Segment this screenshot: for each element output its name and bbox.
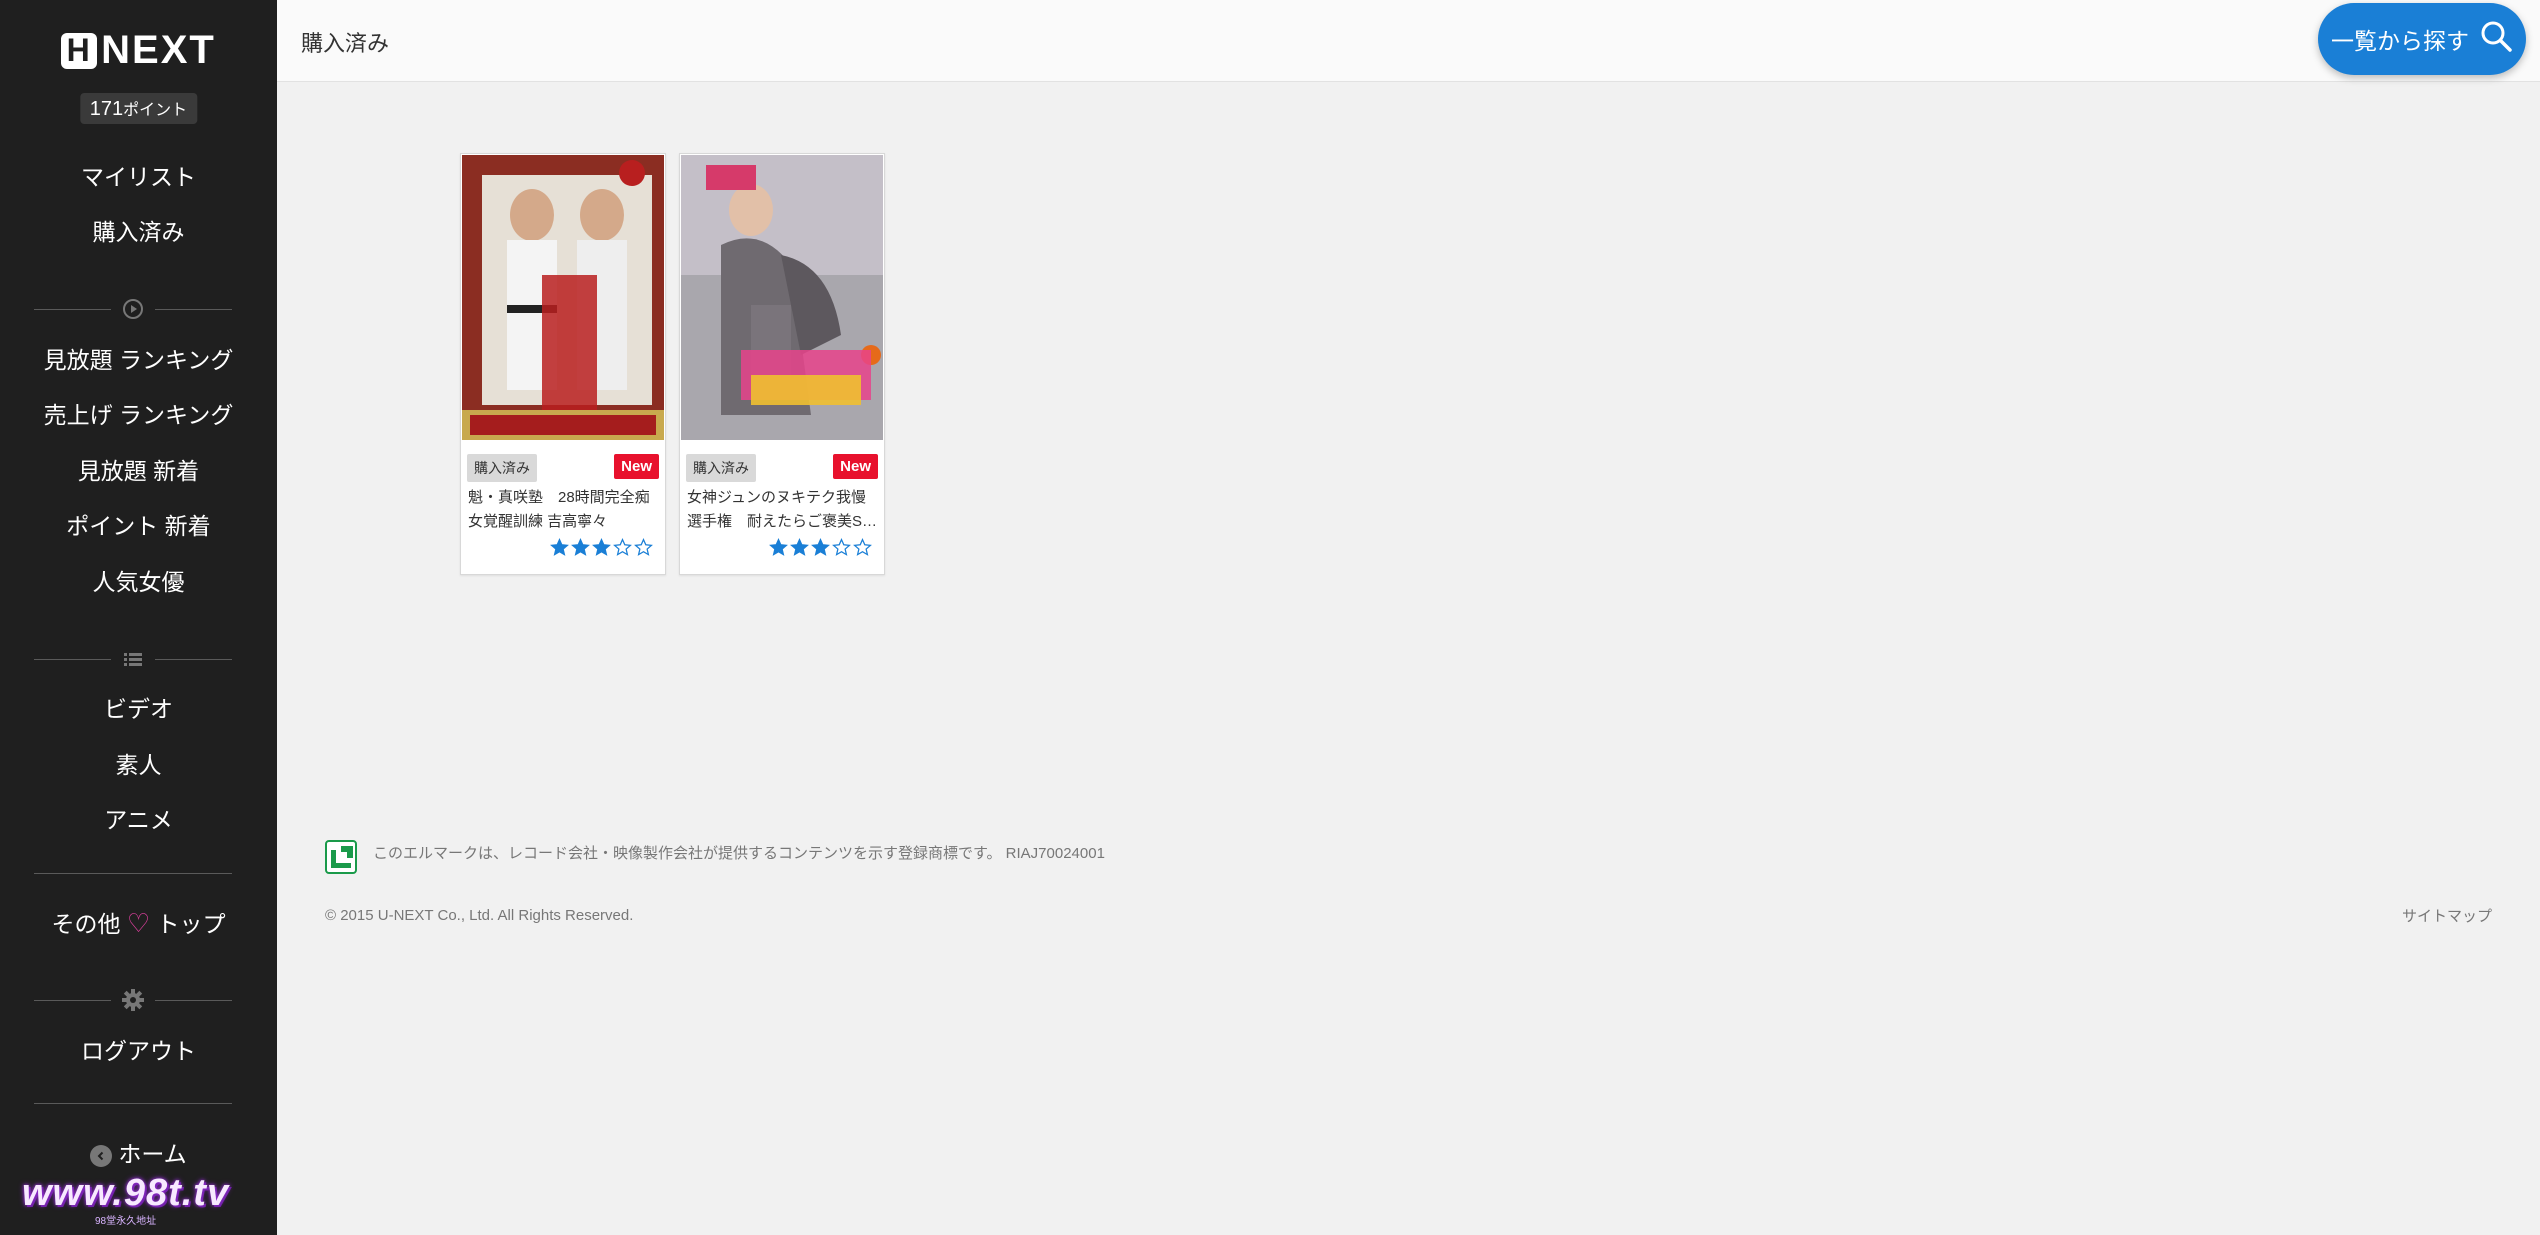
l-mark-icon [325,840,357,874]
chevron-left-icon [90,1144,113,1167]
video-title: 女神ジュンのヌキテク我慢選手権 耐えたらご褒美S… [687,489,878,530]
page-title: 購入済み [301,31,390,56]
sidebar-item-sales-ranking[interactable]: 売上げ ランキング [0,399,277,431]
divider-list [34,647,232,671]
video-thumbnail[interactable] [462,155,664,440]
star-filled-icon [592,538,611,556]
logo-text: NEXT [101,28,216,72]
home-label: ホーム [118,1141,187,1167]
sidebar-item-unlimited-ranking[interactable]: 見放題 ランキング [0,344,277,376]
divider-play [34,297,232,321]
sidebar-item-logout[interactable]: ログアウト [0,1035,277,1067]
gear-icon [111,988,155,1012]
search-icon [2479,19,2513,59]
copyright-text: © 2015 U-NEXT Co., Ltd. All Rights Reser… [325,907,634,924]
star-filled-icon [790,538,809,556]
star-filled-icon [571,538,590,556]
search-button-label: 一覧から探す [2331,28,2469,54]
divider-settings [34,988,232,1012]
video-card[interactable]: 購入済み New 魁・真咲塾 28時間完全痴女覚醒訓練 吉高寧々 [460,153,666,575]
l-mark-note: このエルマークは、レコード会社・映像製作会社が提供するコンテンツを示す登録商標で… [373,845,1105,862]
other-suffix-label: トップ [156,911,226,937]
points-value: 171 [89,98,124,120]
new-badge: New [833,454,878,479]
logo-h-mark: H [61,32,98,69]
sidebar-item-other-top[interactable]: その他 ♡ トップ [0,907,277,940]
star-filled-icon [550,538,569,556]
top-header: 購入済み [277,0,2540,82]
divider-plain-1 [34,861,232,885]
hnext-logo[interactable]: H NEXT [0,28,277,73]
sidebar-item-mylist[interactable]: マイリスト [0,161,277,193]
star-rating [550,538,653,557]
play-circle-icon [111,298,155,320]
sidebar-item-home[interactable]: ホーム [0,1138,277,1170]
star-filled-icon [769,538,788,556]
sidebar-item-popular-actress[interactable]: 人気女優 [0,566,277,598]
sidebar-item-purchased[interactable]: 購入済み [0,216,277,248]
points-balance: 171ポイント [79,93,198,124]
site-watermark-sub: 98堂永久地址 [95,1216,157,1227]
divider-plain-2 [34,1091,232,1115]
star-empty-icon [634,538,653,556]
browse-search-button[interactable]: 一覧から探す [2318,3,2526,75]
video-title: 魁・真咲塾 28時間完全痴女覚醒訓練 吉高寧々 [468,489,650,530]
list-icon [111,651,155,667]
video-card[interactable]: 購入済み New 女神ジュンのヌキテク我慢選手権 耐えたらご褒美S… [679,153,885,575]
sidebar-item-amateur[interactable]: 素人 [0,749,277,781]
other-prefix-label: その他 [51,911,121,937]
sidebar-item-anime[interactable]: アニメ [0,804,277,836]
new-badge: New [614,454,659,479]
purchased-badge: 購入済み [467,454,537,482]
site-watermark: www.98t.tv [22,1172,230,1214]
video-thumbnail[interactable] [681,155,883,440]
points-unit: ポイント [123,102,188,119]
heart-icon: ♡ [126,908,151,938]
sidebar-item-points-new[interactable]: ポイント 新着 [0,510,277,542]
sitemap-link[interactable]: サイトマップ [2402,905,2492,926]
sidebar: H NEXT 171ポイント マイリスト 購入済み 見放題 ランキング 売上げ … [0,0,277,1235]
star-rating [769,538,872,557]
star-empty-icon [832,538,851,556]
sidebar-item-video[interactable]: ビデオ [0,693,277,725]
star-empty-icon [613,538,632,556]
sidebar-item-unlimited-new[interactable]: 見放題 新着 [0,455,277,487]
star-empty-icon [853,538,872,556]
star-filled-icon [811,538,830,556]
purchased-badge: 購入済み [686,454,756,482]
